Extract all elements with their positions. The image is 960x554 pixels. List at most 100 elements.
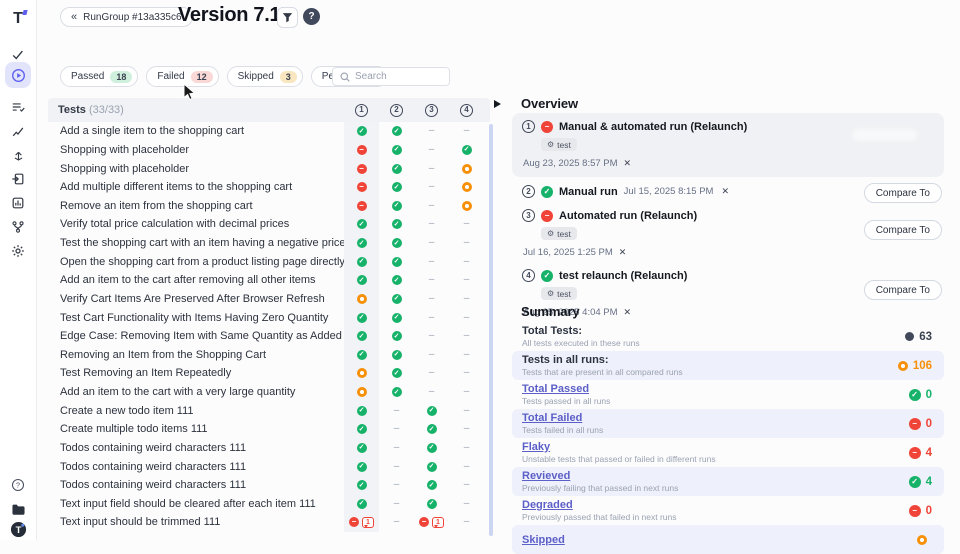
filter-chip-passed[interactable]: Passed18 bbox=[60, 66, 138, 87]
failed-status-icon[interactable]: − bbox=[909, 505, 921, 517]
search-input[interactable] bbox=[355, 71, 440, 82]
skipped-status-icon[interactable] bbox=[462, 164, 472, 174]
summary-link[interactable]: Revieved bbox=[522, 470, 570, 482]
compare-to-button[interactable]: Compare To bbox=[864, 220, 942, 240]
run-item[interactable]: 1−Manual & automated run (Relaunch)⚙test… bbox=[512, 113, 944, 177]
compare-to-button[interactable]: Compare To bbox=[864, 183, 942, 203]
passed-status-icon[interactable]: ✓ bbox=[392, 219, 402, 229]
remove-run-icon[interactable]: ✕ bbox=[624, 158, 632, 169]
summary-link[interactable]: Total Passed bbox=[522, 383, 589, 395]
sidebar-item-profile[interactable]: T bbox=[0, 518, 36, 540]
passed-status-icon[interactable]: ✓ bbox=[392, 257, 402, 267]
help-button[interactable]: ? bbox=[303, 8, 320, 25]
failed-status-icon[interactable]: − bbox=[349, 517, 359, 527]
sidebar-item-plans[interactable] bbox=[0, 96, 36, 118]
sidebar-item-import[interactable] bbox=[0, 168, 36, 190]
passed-status-icon[interactable]: ✓ bbox=[427, 480, 437, 490]
passed-status-icon[interactable]: ✓ bbox=[909, 476, 921, 488]
passed-status-icon[interactable]: ✓ bbox=[357, 350, 367, 360]
passed-status-icon[interactable]: ✓ bbox=[357, 275, 367, 285]
passed-status-icon[interactable]: ✓ bbox=[427, 443, 437, 453]
collapse-panel-arrow-icon[interactable] bbox=[494, 100, 501, 108]
table-row[interactable]: Verify Cart Items Are Preserved After Br… bbox=[48, 290, 490, 309]
remove-run-icon[interactable]: ✕ bbox=[721, 186, 729, 197]
table-row[interactable]: Add multiple different items to the shop… bbox=[48, 178, 490, 197]
passed-status-icon[interactable]: ✓ bbox=[392, 331, 402, 341]
passed-status-icon[interactable]: ✓ bbox=[357, 238, 367, 248]
summary-link[interactable]: Flaky bbox=[522, 441, 550, 453]
failed-status-icon[interactable]: − bbox=[541, 210, 553, 222]
passed-status-icon[interactable]: ✓ bbox=[357, 406, 367, 416]
compare-to-button[interactable]: Compare To bbox=[864, 280, 942, 300]
passed-status-icon[interactable]: ✓ bbox=[541, 270, 553, 282]
sidebar-item-projects[interactable] bbox=[0, 498, 36, 520]
filter-chip-failed[interactable]: Failed12 bbox=[146, 66, 218, 87]
passed-status-icon[interactable]: ✓ bbox=[357, 331, 367, 341]
table-row[interactable]: Remove an item from the shopping cart−✓– bbox=[48, 197, 490, 216]
failed-status-icon[interactable]: − bbox=[419, 517, 429, 527]
passed-status-icon[interactable]: ✓ bbox=[392, 238, 402, 248]
comment-badge[interactable]: 1 bbox=[362, 517, 374, 528]
table-row[interactable]: Test Cart Functionality with Items Havin… bbox=[48, 308, 490, 327]
table-row[interactable]: Add an item to the cart with a very larg… bbox=[48, 383, 490, 402]
summary-link[interactable]: Total Failed bbox=[522, 412, 582, 424]
table-row[interactable]: Create multiple todo items 111✓–✓– bbox=[48, 420, 490, 439]
table-row[interactable]: Removing an Item from the Shopping Cart✓… bbox=[48, 346, 490, 365]
passed-status-icon[interactable]: ✓ bbox=[392, 313, 402, 323]
passed-status-icon[interactable]: ✓ bbox=[427, 499, 437, 509]
failed-status-icon[interactable]: − bbox=[357, 182, 367, 192]
sidebar-item-help[interactable]: ? bbox=[0, 474, 36, 496]
passed-status-icon[interactable]: ✓ bbox=[392, 201, 402, 211]
passed-status-icon[interactable]: ✓ bbox=[392, 145, 402, 155]
passed-status-icon[interactable]: ✓ bbox=[357, 126, 367, 136]
sidebar-item-branches[interactable] bbox=[0, 216, 36, 238]
sidebar-item-pulse[interactable] bbox=[0, 120, 36, 142]
passed-status-icon[interactable]: ✓ bbox=[462, 145, 472, 155]
table-row[interactable]: Text input field should be cleared after… bbox=[48, 495, 490, 514]
passed-status-icon[interactable]: ✓ bbox=[392, 368, 402, 378]
passed-status-icon[interactable]: ✓ bbox=[392, 275, 402, 285]
table-row[interactable]: Open the shopping cart from a product li… bbox=[48, 252, 490, 271]
table-row[interactable]: Shopping with placeholder−✓– bbox=[48, 159, 490, 178]
failed-status-icon[interactable]: − bbox=[357, 145, 367, 155]
run-name-link[interactable]: Automated run (Relaunch) bbox=[559, 210, 697, 222]
table-row[interactable]: Test the shopping cart with an item havi… bbox=[48, 234, 490, 253]
skipped-status-icon[interactable] bbox=[357, 294, 367, 304]
passed-status-icon[interactable]: ✓ bbox=[357, 480, 367, 490]
passed-status-icon[interactable]: ✓ bbox=[909, 389, 921, 401]
skipped-status-icon[interactable] bbox=[357, 368, 367, 378]
passed-status-icon[interactable]: ✓ bbox=[427, 424, 437, 434]
passed-status-icon[interactable]: ✓ bbox=[392, 350, 402, 360]
table-row[interactable]: Text input should be trimmed 111−1–−1– bbox=[48, 513, 490, 532]
run-item[interactable]: 2✓Manual runJul 15, 2025 8:15 PM✕Compare… bbox=[512, 182, 944, 201]
remove-run-icon[interactable]: ✕ bbox=[619, 247, 627, 258]
sidebar-item-settings[interactable] bbox=[0, 240, 36, 262]
failed-status-icon[interactable]: − bbox=[909, 447, 921, 459]
passed-status-icon[interactable]: ✓ bbox=[357, 257, 367, 267]
passed-status-icon[interactable]: ✓ bbox=[392, 294, 402, 304]
table-row[interactable]: Create a new todo item 111✓–✓– bbox=[48, 401, 490, 420]
skipped-status-icon[interactable] bbox=[357, 387, 367, 397]
search-box[interactable] bbox=[332, 67, 450, 86]
passed-status-icon[interactable]: ✓ bbox=[357, 443, 367, 453]
table-row[interactable]: Shopping with placeholder−✓–✓ bbox=[48, 141, 490, 160]
table-row[interactable]: Add a single item to the shopping cart✓✓… bbox=[48, 122, 490, 141]
passed-status-icon[interactable]: ✓ bbox=[357, 313, 367, 323]
failed-status-icon[interactable]: − bbox=[357, 201, 367, 211]
sidebar-item-milestones[interactable] bbox=[0, 144, 36, 166]
run-item[interactable]: 3−Automated run (Relaunch)⚙testJul 16, 2… bbox=[512, 206, 944, 261]
passed-status-icon[interactable]: ✓ bbox=[392, 387, 402, 397]
skipped-status-icon[interactable] bbox=[462, 201, 472, 211]
failed-status-icon[interactable]: − bbox=[909, 418, 921, 430]
skipped-status-icon[interactable] bbox=[462, 182, 472, 192]
sidebar-item-runs[interactable] bbox=[5, 62, 31, 88]
run-name-link[interactable]: Manual run bbox=[559, 186, 618, 198]
run-name-link[interactable]: test relaunch (Relaunch) bbox=[559, 270, 687, 282]
sidebar-item-analytics[interactable] bbox=[0, 192, 36, 214]
failed-status-icon[interactable]: − bbox=[541, 121, 553, 133]
failed-status-icon[interactable]: − bbox=[357, 164, 367, 174]
tests-scrollbar[interactable] bbox=[489, 124, 493, 536]
filter-chip-skipped[interactable]: Skipped3 bbox=[227, 66, 303, 87]
comment-badge[interactable]: 1 bbox=[432, 517, 444, 528]
summary-link[interactable]: Degraded bbox=[522, 499, 573, 511]
